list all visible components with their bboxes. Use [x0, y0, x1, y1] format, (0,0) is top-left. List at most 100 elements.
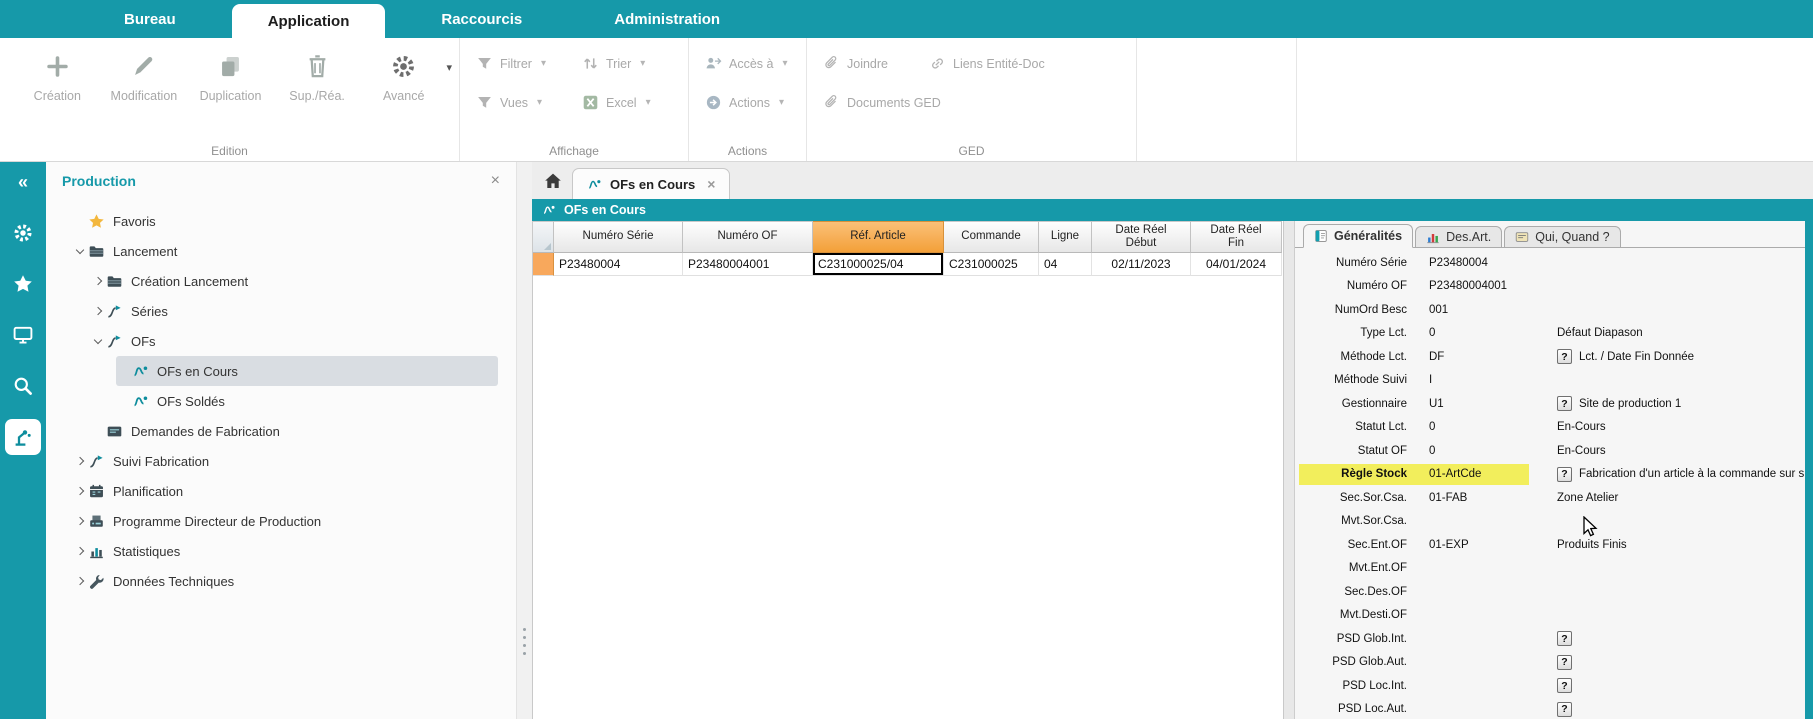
ribbon-button-label: Duplication	[200, 89, 262, 103]
col-header-ref-article[interactable]: Réf. Article	[813, 221, 944, 253]
panel-splitter[interactable]	[517, 162, 532, 719]
col-header-numero-of[interactable]: Numéro OF	[683, 221, 813, 253]
caret-closed-icon[interactable]	[90, 278, 106, 284]
cell-ref-article[interactable]: C231000025/04	[813, 253, 944, 276]
caret-open-icon[interactable]	[90, 340, 106, 343]
dropdown-arrow-icon[interactable]: ▾	[779, 97, 784, 108]
help-button[interactable]: ?	[1557, 349, 1572, 364]
nav-item-donnees-techniques[interactable]: Données Techniques	[46, 566, 516, 596]
dropdown-arrow-icon[interactable]: ▾	[446, 61, 452, 74]
nav-item-programme-directeur-de-production[interactable]: Programme Directeur de Production	[46, 506, 516, 536]
tab-close-icon[interactable]: ×	[707, 176, 715, 192]
splitter-grip-icon[interactable]	[523, 628, 526, 655]
caret-closed-icon[interactable]	[72, 458, 88, 464]
select-all-cell[interactable]	[533, 221, 554, 253]
table-row[interactable]: P23480004P23480004001C231000025/04C23100…	[533, 253, 1283, 276]
menu-tab-raccourcis[interactable]: Raccourcis	[405, 0, 558, 38]
row-marker[interactable]	[533, 253, 554, 276]
col-header-numero-serie[interactable]: Numéro Série	[554, 221, 683, 253]
ribbon-button-creation[interactable]: Création	[14, 44, 101, 103]
ribbon-button-modification[interactable]: Modification	[101, 44, 188, 103]
strip-search-button[interactable]	[5, 368, 41, 404]
field-value: 0	[1429, 327, 1549, 339]
dropdown-arrow-icon[interactable]: ▾	[541, 58, 546, 69]
col-header-date-reel-fin[interactable]: Date Réel Fin	[1191, 221, 1282, 253]
panel-tab-des-art[interactable]: Des.Art.	[1415, 226, 1502, 248]
nav-item-label: Demandes de Fabrication	[131, 424, 280, 439]
cell-date-reel-debut[interactable]: 02/11/2023	[1092, 253, 1191, 276]
ribbon-button-label: Joindre	[847, 57, 888, 71]
caret-open-icon[interactable]	[72, 250, 88, 253]
nav-item-lancement[interactable]: Lancement	[46, 236, 516, 266]
collapse-sidebar-button[interactable]: «	[18, 172, 28, 193]
field-label: PSD Loc.Aut.	[1301, 703, 1407, 715]
caret-closed-icon[interactable]	[90, 308, 106, 314]
strip-favorites-button[interactable]	[5, 266, 41, 302]
ribbon-button-actions[interactable]: Actions ▾	[701, 91, 797, 114]
ribbon-button-label: Actions	[729, 96, 770, 110]
ribbon-button-acces-a[interactable]: Accès à▾	[701, 52, 797, 75]
panel-tab-qui-quand[interactable]: Qui, Quand ?	[1504, 226, 1620, 248]
nav-item-demandes-de-fabrication[interactable]: Demandes de Fabrication	[46, 416, 516, 446]
nav-item-ofs-en-cours[interactable]: OFs en Cours	[116, 356, 498, 386]
nav-item-suivi-fabrication[interactable]: Suivi Fabrication	[46, 446, 516, 476]
field-label: PSD Glob.Aut.	[1301, 656, 1407, 668]
ribbon-button-avance[interactable]: Avancé▾	[360, 44, 447, 103]
field-label: Mvt.Ent.OF	[1301, 562, 1407, 574]
caret-closed-icon[interactable]	[72, 578, 88, 584]
ribbon-spacer	[1137, 38, 1297, 161]
nav-stats-icon	[88, 543, 105, 560]
tab-ofs-en-cours[interactable]: OFs en Cours ×	[572, 168, 730, 199]
nav-item-label: Suivi Fabrication	[113, 454, 209, 469]
nav-item-favoris[interactable]: Favoris	[46, 206, 516, 236]
home-tab-button[interactable]	[540, 168, 566, 194]
col-header-ligne[interactable]: Ligne	[1039, 221, 1092, 253]
menu-tab-administration[interactable]: Administration	[578, 0, 756, 38]
ribbon-button-trier[interactable]: Trier▾	[578, 52, 674, 75]
help-button[interactable]: ?	[1557, 655, 1572, 670]
cell-numero-of[interactable]: P23480004001	[683, 253, 813, 276]
help-button[interactable]: ?	[1557, 631, 1572, 646]
cell-numero-serie[interactable]: P23480004	[554, 253, 683, 276]
help-button[interactable]: ?	[1557, 467, 1572, 482]
field-desc-text: En-Cours	[1557, 421, 1606, 433]
ribbon-button-liens-entite-doc[interactable]: Liens Entité-Doc	[925, 52, 1049, 75]
nav-item-statistiques[interactable]: Statistiques	[46, 536, 516, 566]
menu-tab-bureau[interactable]: Bureau	[88, 0, 212, 38]
nav-item-series[interactable]: Séries	[46, 296, 516, 326]
dropdown-arrow-icon[interactable]: ▾	[782, 58, 787, 69]
cell-commande[interactable]: C231000025	[944, 253, 1039, 276]
col-header-date-reel-debut[interactable]: Date Réel Début	[1092, 221, 1191, 253]
dropdown-arrow-icon[interactable]: ▾	[537, 97, 542, 108]
ribbon-button-documents-ged[interactable]: Documents GED	[819, 91, 945, 114]
properties-panel: GénéralitésDes.Art.Qui, Quand ? Numéro S…	[1294, 221, 1805, 719]
ribbon-button-vues[interactable]: Vues▾	[472, 91, 568, 114]
ribbon-button-sup-rea[interactable]: Sup./Réa.	[274, 44, 361, 103]
ribbon-button-excel[interactable]: Excel▾	[578, 91, 674, 114]
caret-closed-icon[interactable]	[72, 518, 88, 524]
strip-settings-button[interactable]	[5, 215, 41, 251]
nav-close-icon[interactable]: ×	[491, 172, 500, 190]
cell-date-reel-fin[interactable]: 04/01/2024	[1191, 253, 1282, 276]
cell-ligne[interactable]: 04	[1039, 253, 1092, 276]
dropdown-arrow-icon[interactable]: ▾	[640, 58, 645, 69]
window-right-edge	[1805, 199, 1813, 719]
menu-tab-application[interactable]: Application	[232, 4, 386, 38]
strip-desktop-button[interactable]	[5, 317, 41, 353]
help-button[interactable]: ?	[1557, 678, 1572, 693]
nav-item-ofs[interactable]: OFs	[46, 326, 516, 356]
help-button[interactable]: ?	[1557, 702, 1572, 717]
caret-closed-icon[interactable]	[72, 548, 88, 554]
ribbon-button-joindre[interactable]: Joindre	[819, 52, 915, 75]
strip-production-button[interactable]	[5, 419, 41, 455]
nav-item-planification[interactable]: Planification	[46, 476, 516, 506]
caret-closed-icon[interactable]	[72, 488, 88, 494]
col-header-commande[interactable]: Commande	[944, 221, 1039, 253]
nav-item-creation-lancement[interactable]: Création Lancement	[46, 266, 516, 296]
nav-item-ofs-soldes[interactable]: OFs Soldés	[46, 386, 516, 416]
panel-tab-generalites[interactable]: Généralités	[1303, 224, 1413, 248]
help-button[interactable]: ?	[1557, 396, 1572, 411]
ribbon-button-duplication[interactable]: Duplication	[187, 44, 274, 103]
dropdown-arrow-icon[interactable]: ▾	[646, 97, 651, 108]
ribbon-button-filtrer[interactable]: Filtrer▾	[472, 52, 568, 75]
